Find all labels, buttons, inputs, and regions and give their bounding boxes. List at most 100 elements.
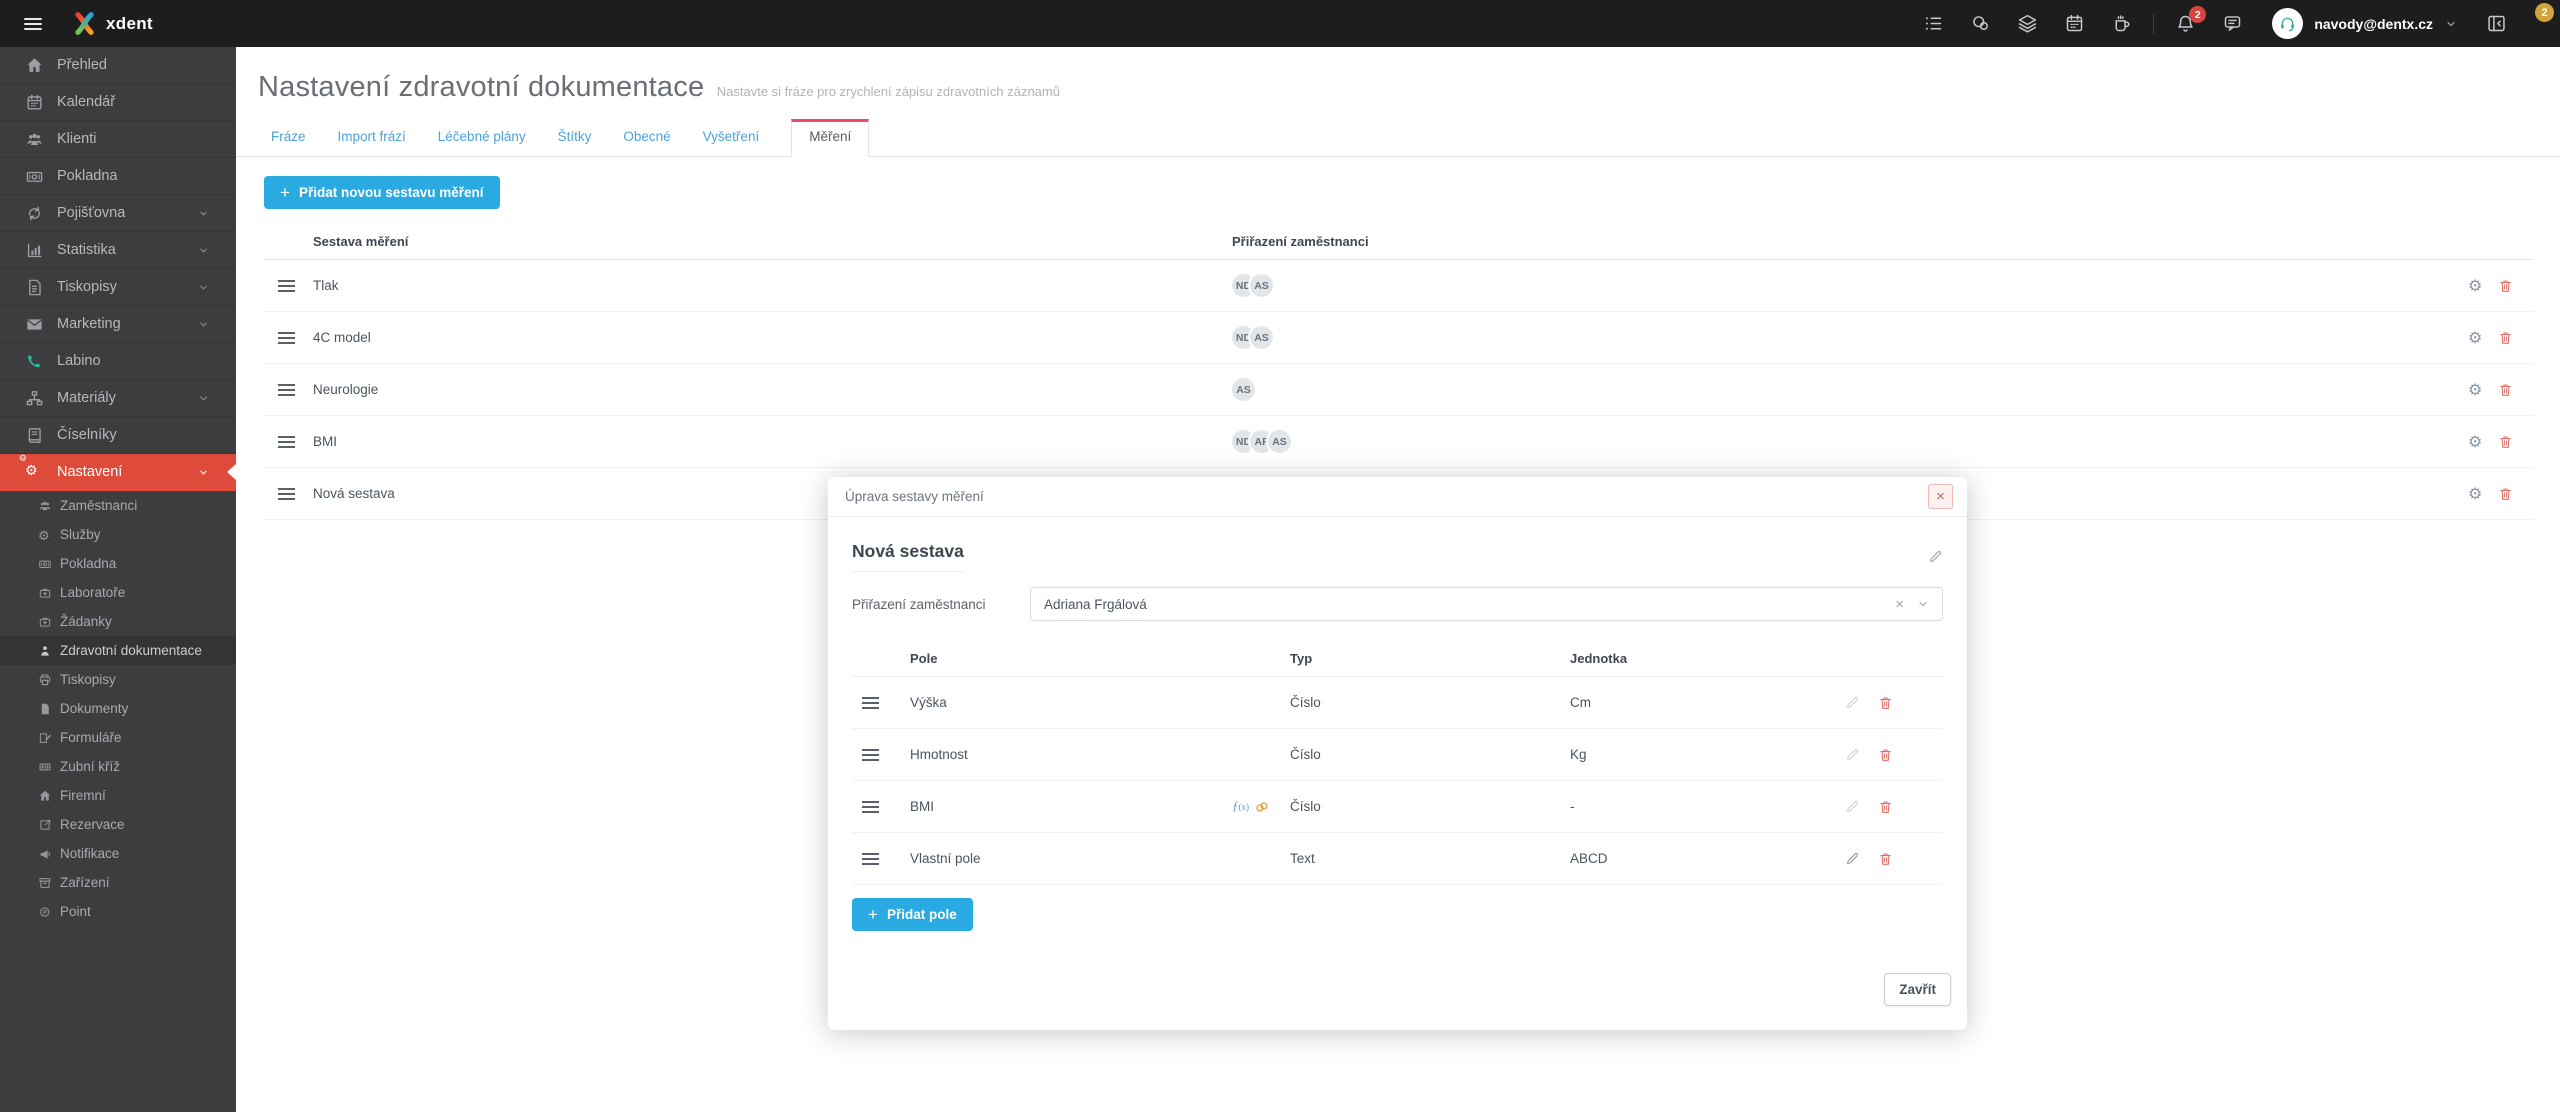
chat-button[interactable] [1957, 0, 2004, 47]
sidebar-subitem-zarizeni[interactable]: Zařízení [0, 868, 236, 897]
sidebar-subitem-sluzby[interactable]: ⚙ Služby [0, 520, 236, 549]
sidebar-subitem-formulare[interactable]: Formuláře [0, 723, 236, 752]
settings-gear-icon[interactable]: ⚙ [2468, 381, 2482, 398]
row-actions: ⚙ [2438, 329, 2534, 346]
sidebar-item-tiskopisy[interactable]: Tiskopisy [0, 269, 236, 306]
sidebar-subitem-zadanky[interactable]: Žádanky [0, 607, 236, 636]
delete-trash-icon[interactable] [2498, 278, 2513, 294]
sidebar-item-statistika[interactable]: Statistika [0, 232, 236, 269]
drag-handle-icon[interactable] [278, 435, 295, 448]
edit-pencil-icon[interactable] [1845, 799, 1860, 814]
sidebar-subitem-notifikace[interactable]: Notifikace [0, 839, 236, 868]
sidebar-item-kalendar[interactable]: Kalendář [0, 84, 236, 121]
delete-trash-icon[interactable] [1878, 747, 1893, 763]
chevron-down-icon [198, 319, 209, 330]
sidebar-subitem-firemni[interactable]: Firemní [0, 781, 236, 810]
add-field-label: Přidat pole [886, 907, 957, 922]
sidebar-item-nastaveni[interactable]: ⚙ ⚙ Nastavení [0, 454, 236, 491]
sidebar-item-prehled[interactable]: Přehled [0, 47, 236, 84]
drag-handle-icon[interactable] [278, 331, 295, 344]
employee-select[interactable]: Adriana Frgálová × [1030, 587, 1943, 621]
sidebar-item-materialy[interactable]: Materiály [0, 380, 236, 417]
calendar-button[interactable] [2051, 0, 2098, 47]
chat-icon [1970, 13, 1991, 34]
sidebar-subitem-zdravotni-dokumentace[interactable]: Zdravotní dokumentace [0, 636, 236, 665]
delete-trash-icon[interactable] [1878, 799, 1893, 815]
field-name: BMI [910, 799, 935, 814]
sidebar-subitem-dokumenty[interactable]: Dokumenty [0, 694, 236, 723]
sidebar-subitem-tiskopisy[interactable]: Tiskopisy [0, 665, 236, 694]
drag-handle-icon[interactable] [278, 383, 295, 396]
employee-badges: ND AS [1232, 326, 2438, 349]
edit-name-pencil-icon[interactable] [1928, 549, 1943, 564]
drag-handle-icon[interactable] [862, 852, 879, 865]
sidebar-item-marketing[interactable]: Marketing [0, 306, 236, 343]
column-header-pole: Pole [910, 651, 938, 666]
settings-gear-icon[interactable]: ⚙ [2468, 277, 2482, 294]
drag-handle-icon[interactable] [862, 800, 879, 813]
sidebar-item-label: Statistika [57, 242, 116, 258]
coffee-button[interactable] [2098, 0, 2145, 47]
tab-vysetreni[interactable]: Vyšetření [703, 120, 760, 156]
drag-handle-icon[interactable] [278, 487, 295, 500]
drag-handle-icon[interactable] [862, 696, 879, 709]
sidebar-item-pokladna[interactable]: Pokladna [0, 158, 236, 195]
tab-stitky[interactable]: Štítky [558, 120, 592, 156]
clear-selection-icon[interactable]: × [1895, 596, 1904, 613]
tab-lecebne-plany[interactable]: Léčebné plány [438, 120, 526, 156]
avatar[interactable] [2272, 8, 2304, 39]
delete-trash-icon[interactable] [2498, 434, 2513, 450]
sidebar-item-labino[interactable]: Labino [0, 343, 236, 380]
speech-bubble-icon [2222, 13, 2243, 34]
edit-pencil-icon[interactable] [1845, 695, 1860, 710]
messages-button[interactable] [2209, 0, 2256, 47]
modal-close-button[interactable]: × [1928, 484, 1953, 509]
delete-trash-icon[interactable] [2498, 486, 2513, 502]
notifications-button[interactable]: 2 [2162, 0, 2209, 47]
sidebar-subitem-laboratore[interactable]: Laboratoře [0, 578, 236, 607]
delete-trash-icon[interactable] [2498, 330, 2513, 346]
layers-button[interactable] [2004, 0, 2051, 47]
close-modal-button[interactable]: Zavřít [1884, 973, 1951, 1006]
row-actions: ⚙ [2438, 485, 2534, 502]
sidebar-subitem-rezervace[interactable]: Rezervace [0, 810, 236, 839]
employee-badges: ND AS [1232, 274, 2438, 297]
tab-import-frazi[interactable]: Import frází [338, 120, 406, 156]
sidebar-subitem-zubni-kriz[interactable]: Zubní kříž [0, 752, 236, 781]
delete-trash-icon[interactable] [2498, 382, 2513, 398]
sidebar-subitem-point[interactable]: P Point [0, 897, 236, 926]
sidebar-item-pojistovna[interactable]: Pojišťovna [0, 195, 236, 232]
corner-badge[interactable]: 2 [2535, 3, 2554, 22]
drag-handle-icon[interactable] [278, 279, 295, 292]
edit-pencil-icon[interactable] [1845, 851, 1860, 866]
user-menu-chevron-icon[interactable] [2445, 18, 2457, 30]
tab-fraze[interactable]: Fráze [271, 120, 306, 156]
calendar-icon [2064, 13, 2085, 34]
select-chevron-icon[interactable] [1917, 598, 1929, 610]
employee-badges: AS [1232, 378, 2438, 401]
add-measurement-set-label: Přidat novou sestavu měření [298, 185, 484, 200]
delete-trash-icon[interactable] [1878, 695, 1893, 711]
add-field-button[interactable]: + Přidat pole [852, 898, 973, 931]
settings-gear-icon[interactable]: ⚙ [2468, 485, 2482, 502]
tab-obecne[interactable]: Obecné [623, 120, 670, 156]
field-unit: - [1570, 799, 1575, 814]
brand-logo[interactable]: xdent [72, 11, 153, 36]
column-header-typ: Typ [1290, 651, 1313, 666]
collapse-panel-button[interactable] [2473, 0, 2520, 47]
settings-gear-icon[interactable]: ⚙ [2468, 329, 2482, 346]
add-measurement-set-button[interactable]: + Přidat novou sestavu měření [264, 176, 500, 209]
edit-pencil-icon[interactable] [1845, 747, 1860, 762]
list-button[interactable] [1910, 0, 1957, 47]
settings-gear-icon[interactable]: ⚙ [2468, 433, 2482, 450]
sidebar-item-klienti[interactable]: Klienti [0, 121, 236, 158]
sidebar-item-ciselniky[interactable]: Číselníky [0, 417, 236, 454]
tab-mereni[interactable]: Měření [791, 119, 870, 157]
field-unit: ABCD [1570, 851, 1608, 866]
drag-handle-icon[interactable] [862, 748, 879, 761]
menu-toggle-button[interactable] [24, 15, 42, 33]
sidebar-subitem-pokladna[interactable]: Pokladna [0, 549, 236, 578]
xdent-logo-icon [75, 12, 94, 35]
sidebar-subitem-zamestnanci[interactable]: Zaměstnanci [0, 491, 236, 520]
delete-trash-icon[interactable] [1878, 851, 1893, 867]
